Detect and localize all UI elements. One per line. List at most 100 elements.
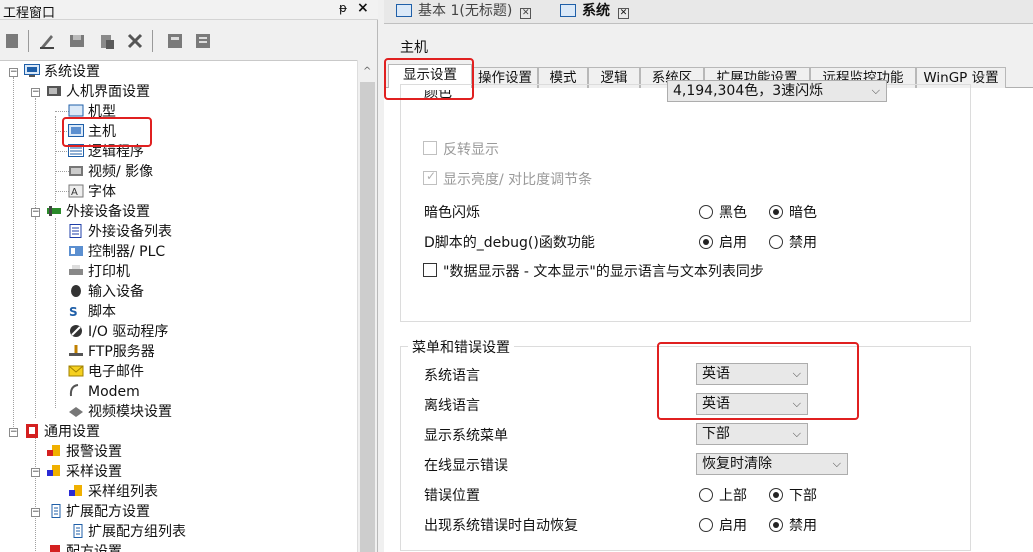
chevron-down-icon: ⌵ (871, 84, 880, 97)
sampling-list-icon (69, 485, 82, 496)
check-icon: ✓ (426, 169, 437, 183)
tree-item-extended-recipe-settings[interactable]: 扩展配方设置 (46, 502, 150, 522)
close-icon[interactable]: ✕ (618, 8, 629, 19)
tree-item-sampling-settings[interactable]: 采样设置 (46, 462, 122, 482)
blink-black-radio[interactable] (699, 205, 713, 219)
hmi-icon (47, 86, 61, 96)
tree-item-common-settings[interactable]: 通用设置 (24, 422, 100, 442)
script-icon: S (69, 305, 78, 318)
driver-icon (70, 325, 82, 337)
tree-item-system-settings[interactable]: 系统设置 (24, 62, 100, 82)
doc-tab-base1[interactable]: 基本 1(无标题) ✕ (390, 0, 554, 24)
tree-item-recipe-settings[interactable]: 配方设置 (46, 542, 122, 552)
paste-icon[interactable] (98, 32, 116, 50)
plc-icon (69, 246, 83, 256)
svg-text:S: S (69, 305, 78, 318)
brightness-label: 显示亮度/ 对比度调节条 (443, 172, 593, 188)
auto-recover-disable-radio[interactable] (769, 518, 783, 532)
collapse-toggle[interactable]: − (31, 88, 40, 97)
svg-text:A: A (71, 187, 78, 198)
tree-line (55, 218, 56, 408)
editor-area: 基本 1(无标题) ✕ 系统 ✕ 主机 显示设置 操作设置 模式 逻辑 系统区 扩展… (384, 0, 1033, 552)
monitor-icon (24, 64, 40, 77)
edit-icon[interactable] (38, 32, 56, 50)
collapse-toggle[interactable]: − (31, 508, 40, 517)
video-icon (69, 166, 83, 176)
debug-label: D脚本的_debug()函数功能 (424, 235, 595, 251)
blink-black-label: 黑色 (719, 205, 747, 221)
tree-item-peripheral-settings[interactable]: 外接设备设置 (46, 202, 150, 222)
tree-item-video-module[interactable]: 视频模块设置 (68, 402, 172, 422)
error-position-bottom-label: 下部 (789, 488, 817, 504)
ftp-icon (69, 345, 83, 356)
tree-item-sampling-group-list[interactable]: 采样组列表 (68, 482, 158, 502)
pin-icon[interactable]: ᵽ (339, 1, 347, 15)
online-error-select[interactable]: 恢复时清除 ⌵ (696, 453, 848, 475)
close-icon[interactable]: × (357, 0, 369, 16)
tree-item-alarm-settings[interactable]: 报警设置 (46, 442, 122, 462)
reverse-display-checkbox[interactable] (423, 141, 437, 155)
alarm-icon (47, 445, 60, 456)
tree-item-io-driver[interactable]: I/O 驱动程序 (68, 322, 168, 342)
tree-line (55, 171, 69, 172)
new-screen-icon[interactable] (4, 32, 22, 50)
brightness-checkbox[interactable]: ✓ (423, 169, 437, 185)
highlight-language-selects (657, 342, 859, 420)
auto-recover-label: 出现系统错误时自动恢复 (424, 518, 578, 534)
reverse-display-label: 反转显示 (443, 142, 499, 158)
tree-item-input-device[interactable]: 输入设备 (68, 282, 144, 302)
font-icon: A (68, 184, 84, 198)
auto-recover-enable-radio[interactable] (699, 518, 713, 532)
sync-language-checkbox[interactable] (423, 263, 437, 277)
tree-item-printer[interactable]: 打印机 (68, 262, 130, 282)
collapse-toggle[interactable]: − (9, 428, 18, 437)
recipe-list-icon (73, 524, 83, 538)
scroll-up-icon[interactable]: ^ (363, 66, 371, 77)
project-window-title: 工程窗口 (3, 6, 56, 21)
blink-dark-label: 暗色 (789, 205, 817, 221)
toolbar-separator (28, 30, 29, 52)
color-select[interactable]: 4,194,304色，3速闪烁 ⌵ (667, 80, 887, 102)
save-icon[interactable] (68, 32, 86, 50)
debug-disable-radio[interactable] (769, 235, 783, 249)
model-icon (68, 104, 84, 117)
tree-item-email[interactable]: 电子邮件 (68, 362, 144, 382)
tree-item-device-list[interactable]: 外接设备列表 (68, 222, 172, 242)
collapse-toggle[interactable]: − (9, 68, 18, 77)
tree-item-hmi-settings[interactable]: 人机界面设置 (46, 82, 150, 102)
page-title: 主机 (400, 40, 428, 56)
blink-dark-radio[interactable] (769, 205, 783, 219)
chevron-down-icon: ⌵ (792, 427, 801, 440)
collapse-toggle[interactable]: − (31, 208, 40, 217)
tree-line (55, 116, 56, 202)
error-position-top-radio[interactable] (699, 488, 713, 502)
tree-item-video[interactable]: 视频/ 影像 (68, 162, 153, 182)
tree-scrollbar[interactable]: ^ (357, 60, 376, 552)
tree-item-script[interactable]: S 脚本 (68, 302, 116, 322)
menu-error-group-title: 菜单和错误设置 (408, 337, 514, 357)
scroll-thumb[interactable] (360, 82, 375, 552)
video-module-icon (69, 407, 83, 417)
system-menu-select[interactable]: 下部 ⌵ (696, 423, 808, 445)
delete-icon[interactable] (126, 32, 144, 50)
recipe-icon (51, 504, 61, 518)
system-menu-label: 显示系统菜单 (424, 428, 508, 444)
display-group (400, 84, 971, 322)
error-position-bottom-radio[interactable] (769, 488, 783, 502)
list-icon[interactable] (194, 32, 212, 50)
tree-item-extended-recipe-group-list[interactable]: 扩展配方组列表 (68, 522, 186, 542)
tree-item-plc[interactable]: 控制器/ PLC (68, 242, 165, 262)
properties-icon[interactable] (166, 32, 184, 50)
tree-item-ftp-server[interactable]: FTP服务器 (68, 342, 155, 362)
tree-line (55, 191, 69, 192)
screen-icon (560, 4, 576, 17)
collapse-toggle[interactable]: − (31, 468, 40, 477)
tree-item-modem[interactable]: Modem (68, 382, 140, 402)
display-settings-panel: 颜色 4,194,304色，3速闪烁 ⌵ 反转显示 ✓ 显示亮度/ 对比度调节条 … (384, 80, 1033, 552)
toolbar-separator (152, 30, 153, 52)
auto-recover-disable-label: 禁用 (789, 518, 817, 534)
close-icon[interactable]: ✕ (520, 8, 532, 19)
tree-item-font[interactable]: A 字体 (68, 182, 116, 202)
doc-tab-system[interactable]: 系统 ✕ (554, 0, 654, 24)
debug-enable-radio[interactable] (699, 235, 713, 249)
